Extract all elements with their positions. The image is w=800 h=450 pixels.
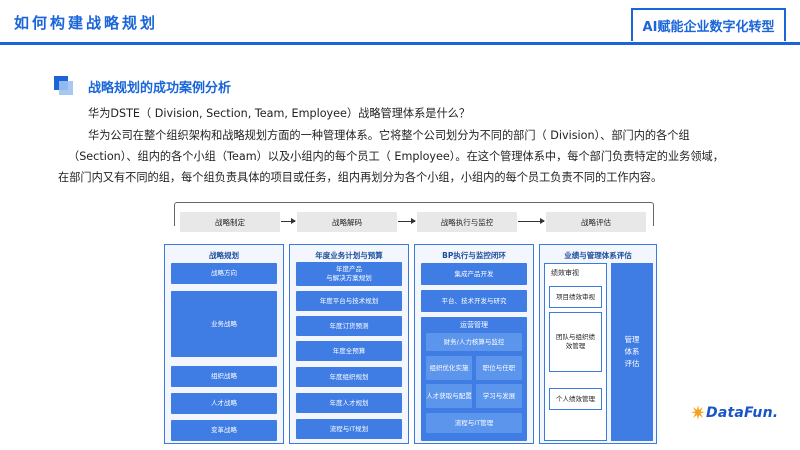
operations-title: 运营管理 (460, 321, 488, 329)
column-bp-execution: BP执行与监控闭环 集成产品开发 平台、技术开发与研究 运营管理 财务/人力核算… (414, 244, 534, 444)
dste-diagram: 战略制定 战略解码 战略执行与监控 战略评估 战略规划 战略方向 业务战略 组织… (160, 200, 660, 450)
annual-cell: 年度全预算 (296, 341, 402, 361)
ops-cell: 学习与发展 (476, 384, 522, 408)
header-divider (0, 42, 800, 45)
stage-box: 战略执行与监控 (417, 212, 517, 232)
ops-cell: 流程与IT管理 (426, 413, 522, 433)
bp-cell: 平台、技术开发与研究 (421, 290, 527, 312)
stage-box: 战略制定 (180, 212, 280, 232)
perf-cell: 团队与组织绩效管理 (549, 312, 602, 372)
arrow-right-icon (281, 218, 296, 224)
strategy-cell: 变革战略 (171, 420, 277, 441)
ops-cell: 财务/人力核算与监控 (426, 333, 522, 351)
paragraph-question: 华为DSTE（ Division, Section, Team, Employe… (88, 107, 471, 120)
management-system-eval-box: 管理 体系 评估 (611, 263, 653, 441)
datafun-logo: DataFun. (690, 402, 790, 428)
annual-cell: 年度人才规划 (296, 393, 402, 413)
paragraph-line: （Section）、组内的各个小组（Team）以及小组内的每个员工（ Emplo… (68, 150, 724, 163)
annual-cell: 年度平台与技术规划 (296, 291, 402, 311)
column-title: 战略规划 (209, 251, 239, 260)
section-square-icon (54, 76, 74, 96)
arrow-right-icon (398, 218, 416, 224)
bp-cell: 集成产品开发 (421, 263, 527, 285)
arrow-right-icon (518, 218, 545, 224)
annual-cell: 年度产品 与解决方案规划 (296, 262, 402, 286)
stage-box: 战略解码 (297, 212, 397, 232)
annual-cell: 流程与IT规划 (296, 419, 402, 439)
page-title: 如何构建战略规划 (14, 14, 159, 32)
operations-management-box: 运营管理 财务/人力核算与监控 组织优化实施 职位与任职 人才获取与配置 学习与… (421, 317, 527, 441)
column-annual-plan: 年度业务计划与预算 年度产品 与解决方案规划 年度平台与技术规划 年度订货预测 … (289, 244, 409, 444)
column-title: 年度业务计划与预算 (315, 251, 383, 260)
performance-review-title: 绩效审视 (551, 269, 579, 277)
paragraph-line: 在部门内又有不同的组，每个组负责具体的项目或任务，组内再划分为各个小组，小组内的… (58, 171, 663, 184)
column-evaluation: 业绩与管理体系评估 绩效审视 项目绩效审视 团队与组织绩效管理 个人绩效管理 管… (539, 244, 657, 444)
annual-cell: 年度订货预测 (296, 316, 402, 336)
ops-cell: 职位与任职 (476, 356, 522, 380)
brand-badge: AI赋能企业数字化转型 (631, 8, 786, 41)
annual-cell: 年度组织规划 (296, 367, 402, 387)
ops-cell: 组织优化实施 (426, 356, 472, 380)
section-title: 战略规划的成功案例分析 (88, 81, 232, 96)
strategy-cell: 人才战略 (171, 393, 277, 414)
perf-cell: 项目绩效审视 (549, 286, 602, 308)
logo-text: DataFun. (706, 405, 779, 421)
header-bar: 如何构建战略规划 AI赋能企业数字化转型 (0, 0, 800, 50)
column-title: BP执行与监控闭环 (442, 251, 506, 260)
perf-cell: 个人绩效管理 (549, 388, 602, 410)
strategy-cell: 战略方向 (171, 263, 277, 284)
ops-cell: 人才获取与配置 (426, 384, 472, 408)
stage-box: 战略评估 (546, 212, 646, 232)
burst-icon (691, 405, 705, 420)
column-title: 业绩与管理体系评估 (564, 251, 632, 260)
strategy-cell: 组织战略 (171, 366, 277, 387)
paragraph-line: 华为公司在整个组织架构和战略规划方面的一种管理体系。它将整个公司划分为不同的部门… (88, 129, 690, 142)
performance-review-box: 绩效审视 项目绩效审视 团队与组织绩效管理 个人绩效管理 (544, 263, 607, 441)
strategy-cell: 业务战略 (171, 291, 277, 357)
column-strategy-planning: 战略规划 战略方向 业务战略 组织战略 人才战略 变革战略 (164, 244, 284, 444)
